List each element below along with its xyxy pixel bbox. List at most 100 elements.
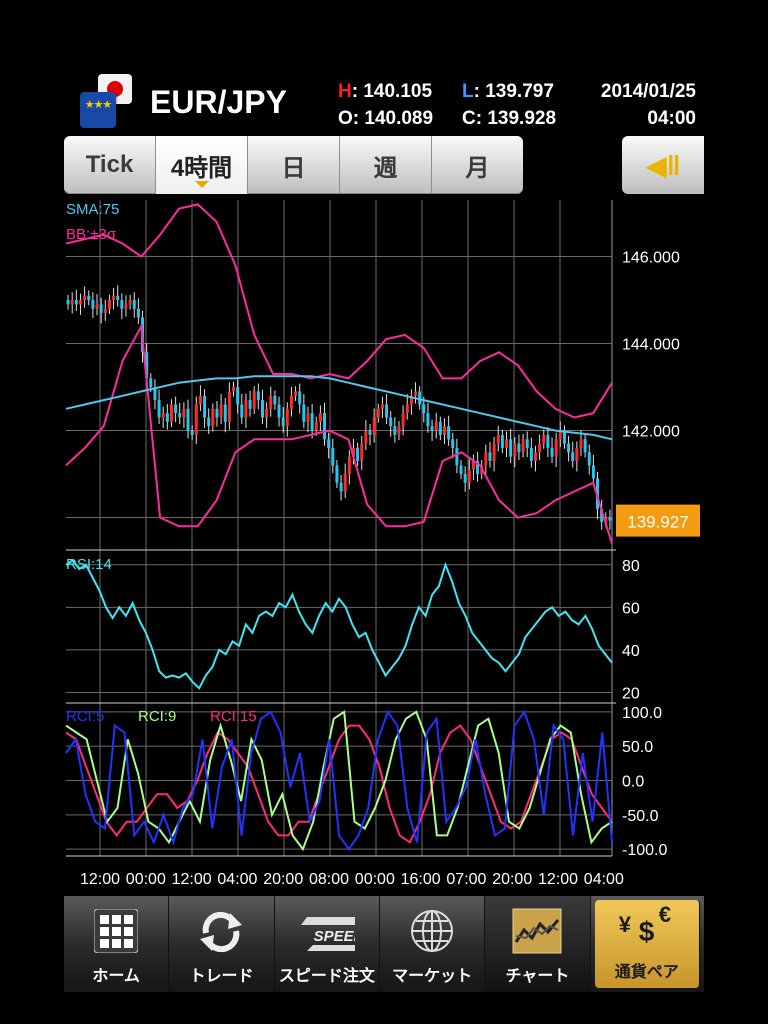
candle — [554, 439, 558, 457]
tab-currency-pair[interactable]: ¥ $ € 通貨ペア — [594, 900, 700, 988]
candle — [223, 404, 227, 422]
candle — [339, 482, 343, 492]
candle — [347, 456, 351, 475]
candle — [405, 404, 409, 414]
candle — [265, 408, 269, 418]
candle — [112, 295, 116, 301]
candle — [244, 400, 248, 418]
candle — [116, 295, 120, 301]
candle — [389, 417, 393, 427]
candle — [525, 439, 529, 448]
candle — [571, 452, 575, 461]
candle — [83, 295, 87, 301]
candle — [149, 378, 153, 388]
candle — [496, 434, 500, 444]
candle — [591, 465, 595, 479]
rsi-label: RSI:14 — [66, 556, 112, 573]
y-tick-label: 60 — [622, 600, 640, 617]
x-tick-label: 12:00 — [172, 871, 212, 888]
currency-pair-icon: ¥ $ € — [618, 902, 672, 947]
candle — [298, 391, 302, 405]
candle — [451, 439, 455, 448]
y-tick-label: 80 — [622, 558, 640, 575]
x-tick-label: 20:00 — [263, 871, 303, 888]
candle — [107, 300, 111, 309]
eu-flag-icon: ★★★ — [80, 92, 116, 128]
candle — [356, 447, 360, 461]
tab-chart[interactable]: チャート — [485, 896, 591, 992]
pair-title: EUR/JPY — [150, 84, 287, 120]
x-tick-label: 00:00 — [355, 871, 395, 888]
candle — [463, 474, 467, 483]
candle — [360, 443, 364, 461]
tab-market[interactable]: マーケット — [380, 896, 486, 992]
candle — [455, 447, 459, 466]
candle — [281, 417, 285, 427]
x-tick-label: 12:00 — [80, 871, 120, 888]
candle — [240, 404, 244, 418]
candle — [364, 430, 368, 444]
chart-canvas[interactable]: 146.000 144.000 142.000 80 60 40 20 100.0 50.0 0.… — [0, 196, 768, 896]
tab-home[interactable]: ホーム — [64, 896, 170, 992]
candle — [128, 300, 132, 305]
tab-tick[interactable]: Tick — [64, 136, 156, 194]
candle — [203, 395, 207, 418]
high-value: H: 140.105 — [338, 81, 433, 102]
candle — [438, 421, 442, 435]
tab-trade[interactable]: トレード — [169, 896, 275, 992]
candle — [546, 434, 550, 448]
period-tabs: Tick 4時間 日 週 月 — [64, 136, 523, 194]
close-value: C: 139.928 — [462, 108, 557, 129]
collapse-panel-button[interactable]: ◀‖ — [622, 136, 704, 194]
chart-icon — [509, 906, 565, 956]
candle — [227, 391, 231, 422]
candle — [376, 408, 380, 418]
tab-speed-order[interactable]: SPEED スピード注文 — [275, 896, 380, 992]
refresh-trade-icon — [193, 906, 249, 956]
candle — [538, 443, 542, 453]
candle — [397, 426, 401, 435]
candle — [500, 434, 504, 448]
candle — [219, 404, 223, 418]
x-tick-label: 07:00 — [446, 871, 486, 888]
candle — [70, 300, 74, 305]
chart-header: ★★★ EUR/JPY H: 140.105 O: 140.089 L: 139… — [0, 64, 768, 134]
currency-pair-flag-icon: ★★★ — [80, 74, 136, 130]
candle — [426, 413, 430, 427]
candle — [575, 447, 579, 461]
candle — [327, 439, 331, 448]
chart-area[interactable]: 146.000 144.000 142.000 80 60 40 20 100.0 50.0 0.… — [0, 196, 768, 896]
candle — [124, 304, 128, 309]
tab-week[interactable]: 週 — [340, 136, 432, 194]
y-tick-label: -50.0 — [622, 808, 659, 825]
candle — [103, 308, 107, 314]
candle — [318, 413, 322, 422]
y-tick-label: 50.0 — [622, 739, 653, 756]
tab-day[interactable]: 日 — [248, 136, 340, 194]
rci9-label: RCI:9 — [138, 708, 177, 725]
candle — [542, 434, 546, 444]
low-value: L: 139.797 — [462, 81, 554, 102]
sma-label: SMA:75 — [66, 201, 120, 218]
y-tick-label: 20 — [622, 685, 640, 702]
candle — [509, 439, 513, 457]
tab-4hour[interactable]: 4時間 — [156, 136, 248, 194]
candle — [99, 304, 103, 314]
candle — [136, 308, 140, 318]
bb-label: BB:±3σ — [66, 226, 117, 243]
candle — [447, 426, 451, 440]
x-tick-label: 20:00 — [492, 871, 532, 888]
candle — [459, 465, 463, 475]
candle — [484, 452, 488, 466]
rsi-line — [65, 559, 613, 690]
candle — [256, 391, 260, 401]
tab-month[interactable]: 月 — [432, 136, 523, 194]
ohlc-block-left: H: 140.105 O: 140.089 — [338, 78, 433, 132]
svg-text:SPEED: SPEED — [313, 928, 354, 945]
candle — [252, 391, 256, 409]
candle — [393, 426, 397, 435]
bar-date: 2014/01/25 — [600, 81, 696, 102]
collapse-left-icon: ◀‖ — [645, 149, 681, 181]
candle — [567, 443, 571, 453]
candle — [513, 443, 517, 457]
